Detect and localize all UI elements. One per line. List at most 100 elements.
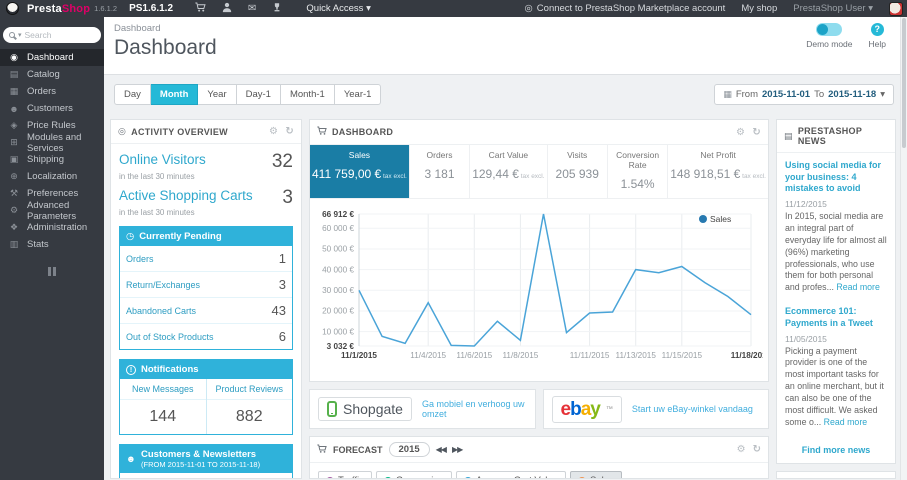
gear-icon[interactable]: ⚙	[737, 444, 746, 455]
user-menu[interactable]: PrestaShop User ▾	[793, 3, 873, 14]
trophy-icon[interactable]	[272, 2, 282, 16]
ebay-letter: y	[590, 398, 601, 420]
shopgate-promo[interactable]: Shopgate Ga mobiel en verhoog uw omzet	[309, 389, 536, 429]
forecast-legend-conversion[interactable]: Conversion	[375, 471, 452, 478]
read-more-link[interactable]: Read more	[824, 417, 868, 427]
ebay-link[interactable]: Start uw eBay-winkel vandaag	[632, 404, 753, 414]
refresh-icon[interactable]: ↻	[753, 444, 761, 455]
sidebar-item-stats[interactable]: ▥ Stats	[0, 236, 104, 253]
kpi-net-profit[interactable]: Net Profit 148 918,51 € tax excl.	[667, 145, 768, 198]
help-icon[interactable]: ?	[870, 23, 884, 36]
sidebar-item-shipping[interactable]: ▣ Shipping	[0, 151, 104, 168]
modules-icon: ⊞	[10, 137, 18, 147]
legend-label-sales[interactable]: Sales	[710, 214, 731, 224]
gear-icon[interactable]: ⚙	[736, 127, 745, 138]
kpi-conversion-rate[interactable]: Conversion Rate 1.54%	[606, 145, 667, 198]
sidebar-collapse-button[interactable]	[45, 267, 59, 279]
row-abandoned-carts[interactable]: Abandoned Carts 43	[120, 297, 292, 323]
help-control[interactable]: ? Help	[869, 23, 886, 49]
notification-col-label: Product Reviews	[206, 379, 292, 400]
notification-col-label: New Messages	[120, 379, 206, 400]
kpi-sales[interactable]: Sales 411 759,00 € tax excl.	[310, 145, 409, 198]
row-return-exchanges[interactable]: Return/Exchanges 3	[120, 271, 292, 297]
kpi-visits[interactable]: Visits 205 939	[546, 145, 607, 198]
forecast-year[interactable]: 2015	[388, 442, 430, 457]
right-column: ▤ PRESTASHOP NEWS Using social media for…	[776, 119, 896, 479]
breadcrumb[interactable]: Dashboard	[104, 17, 900, 34]
row-out-of-stock-products[interactable]: Out of Stock Products 6	[120, 323, 292, 349]
sidebar-item-orders[interactable]: ▦ Orders	[0, 83, 104, 100]
quick-access-menu[interactable]: Quick Access ▾	[306, 3, 370, 14]
sidebar-item-label: Preferences	[27, 188, 79, 199]
range-button-year-1[interactable]: Year-1	[334, 84, 382, 105]
sidebar-item-customers[interactable]: ☻ Customers	[0, 100, 104, 117]
ebay-promo[interactable]: ebay ™ Start uw eBay-winkel vandaag	[542, 389, 769, 429]
brand-name: PrestaShop	[27, 2, 91, 15]
range-button-month[interactable]: Month	[150, 84, 199, 105]
sidebar-item-advanced-parameters[interactable]: ⚙ Advanced Parameters	[0, 200, 104, 222]
forecast-legend-label: Sales	[590, 475, 614, 478]
active-carts-value: 3	[282, 187, 293, 208]
my-shop-link[interactable]: My shop	[741, 3, 777, 14]
row-label: Orders	[126, 253, 154, 264]
news-article-title[interactable]: Ecommerce 101: Payments in a Tweet	[785, 306, 887, 329]
next-year-button[interactable]: ▶▶	[452, 445, 463, 454]
scrollbar-thumb[interactable]	[902, 18, 906, 148]
range-button-day-1[interactable]: Day-1	[236, 84, 281, 105]
notification-col-new-messages[interactable]: New Messages 144	[120, 379, 206, 434]
legend-dot-sales[interactable]	[699, 215, 707, 223]
average-cart-value-dot-icon	[463, 476, 472, 478]
person-icon[interactable]	[222, 2, 232, 16]
sidebar-item-label: Modules and Services	[27, 131, 82, 154]
marketplace-link[interactable]: ◎ Connect to PrestaShop Marketplace accou…	[525, 3, 726, 14]
kpi-cart-value[interactable]: Cart Value 129,44 € tax excl.	[469, 145, 546, 198]
forecast-legend-sales[interactable]: Sales	[569, 471, 622, 478]
kpi-orders[interactable]: Orders 3 181	[408, 145, 469, 198]
online-visitors-link[interactable]: Online Visitors	[119, 152, 206, 167]
read-more-link[interactable]: Read more	[836, 282, 880, 292]
cart-icon[interactable]	[195, 2, 206, 16]
news-article-title[interactable]: Using social media for your business: 4 …	[785, 160, 887, 195]
sidebar-item-modules-and-services[interactable]: ⊞ Modules and Services	[0, 131, 104, 154]
help-label: Help	[868, 39, 886, 49]
find-more-news-link[interactable]: Find more news	[777, 433, 895, 463]
prestashop-logo-icon[interactable]	[6, 2, 19, 15]
range-button-year[interactable]: Year	[198, 84, 237, 105]
refresh-icon[interactable]: ↻	[752, 127, 761, 138]
row-new-customers[interactable]: New Customers90	[120, 473, 292, 478]
demo-mode-toggle[interactable]	[816, 23, 843, 36]
sidebar-search[interactable]: ▾	[3, 27, 101, 43]
search-input[interactable]	[24, 30, 83, 40]
range-group: Day Month Year Day-1 Month-1 Year-1	[114, 84, 382, 105]
previous-year-button[interactable]: ◀◀	[436, 445, 447, 454]
row-orders[interactable]: Orders 1	[120, 246, 292, 271]
search-caret-icon[interactable]: ▾	[18, 31, 22, 39]
refresh-icon[interactable]: ↻	[285, 126, 294, 137]
demo-mode-control[interactable]: Demo mode	[806, 23, 853, 49]
ebay-logo-box: ebay ™	[551, 395, 622, 423]
page-header: Dashboard Dashboard Demo mode ? Help	[104, 17, 900, 75]
sidebar-item-localization[interactable]: ⊕ Localization	[0, 168, 104, 185]
date-range-button[interactable]: ▦ From 2015-11-01 To 2015-11-18 ▾	[714, 84, 894, 105]
sidebar-item-catalog[interactable]: ▤ Catalog	[0, 66, 104, 83]
range-button-month-1[interactable]: Month-1	[280, 84, 335, 105]
kpi-label: Visits	[567, 150, 588, 160]
avatar[interactable]	[889, 1, 903, 16]
active-carts-link[interactable]: Active Shopping Carts	[119, 188, 253, 203]
shopgate-link[interactable]: Ga mobiel en verhoog uw omzet	[422, 399, 527, 419]
range-button-day[interactable]: Day	[114, 84, 151, 105]
envelope-icon[interactable]: ✉	[248, 3, 256, 14]
forecast-legend-traffic[interactable]: Traffic	[318, 471, 372, 478]
panel-tools: ⚙ ↻	[736, 127, 761, 138]
sidebar-item-dashboard[interactable]: ◉ Dashboard	[0, 49, 104, 66]
sidebar-item-administration[interactable]: ❖ Administration	[0, 219, 104, 236]
y-tick-label: 3 032 €	[327, 342, 355, 351]
forecast-legend-average-cart-value[interactable]: Average Cart Value	[455, 471, 566, 478]
dashboard-panel: DASHBOARD ⚙ ↻ Sales 411 759,00 € tax excl…	[309, 119, 769, 382]
gear-icon[interactable]: ⚙	[269, 126, 278, 137]
kpi-value: 1.54%	[620, 177, 655, 191]
page-scrollbar[interactable]	[900, 17, 907, 480]
panel-tools: ⚙ ↻	[269, 126, 294, 137]
chevron-down-icon: ▾	[868, 3, 873, 14]
notification-col-product-reviews[interactable]: Product Reviews 882	[205, 379, 292, 434]
